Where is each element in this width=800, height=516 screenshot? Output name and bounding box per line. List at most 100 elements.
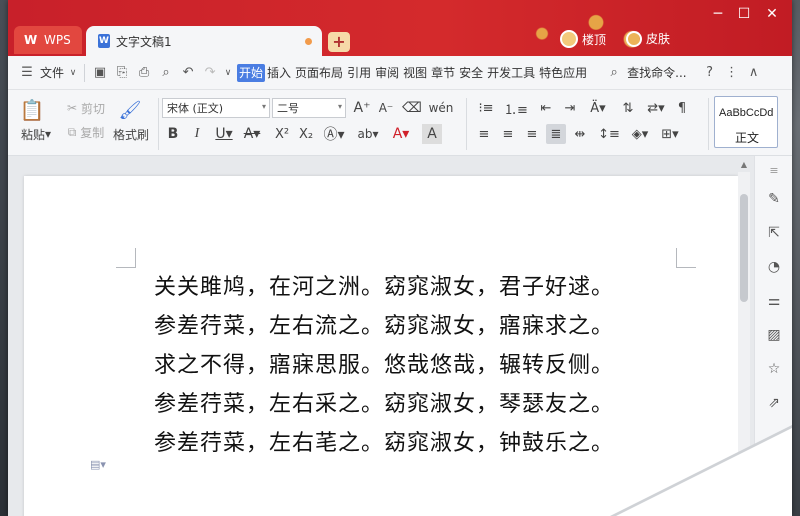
menu-insert[interactable]: 插入	[265, 64, 293, 82]
more-quick-icon[interactable]: ∨	[221, 62, 235, 84]
menu-home[interactable]: 开始	[237, 63, 266, 82]
document-page[interactable]: ▤▾ 关关雎鸠，在河之洲。窈窕淑女，君子好逑。 参差荇菜，左右流之。窈窕淑女，寤…	[24, 176, 738, 516]
line-spacing-icon[interactable]: ↕≡	[596, 124, 622, 144]
undo-icon[interactable]: ↶	[177, 62, 199, 84]
skin-icon	[626, 30, 642, 47]
skin-button[interactable]: 皮肤	[626, 30, 670, 47]
change-case-icon[interactable]: Ä▾	[586, 98, 610, 118]
scissors-icon: ✂	[67, 101, 78, 115]
numbered-list-icon[interactable]: ⒈≡	[504, 98, 528, 118]
clear-format-icon[interactable]: ⌫	[402, 98, 422, 118]
minimize-icon[interactable]: ─	[708, 6, 728, 22]
italic-icon[interactable]: I	[188, 124, 206, 144]
cursor-select-icon[interactable]: ⇱	[765, 224, 783, 242]
search-icon[interactable]: ⌕	[603, 62, 625, 84]
close-icon[interactable]: ✕	[762, 6, 782, 22]
output-icon[interactable]: ⎘	[111, 62, 133, 84]
show-marks-icon[interactable]: ¶	[672, 98, 692, 118]
menu-view[interactable]: 视图	[401, 64, 429, 82]
collapse-panel-icon[interactable]: ≡	[765, 162, 783, 180]
collapse-ribbon-icon[interactable]: ∧	[743, 62, 765, 84]
ribbon-toolbar: 📋 粘贴 ▾ ✂ 剪切 ⧉ 复制 🖌 格式刷 宋体 (正文) ▾ 二号 ▾ A⁺ A⁻…	[8, 90, 792, 156]
chevron-down-icon[interactable]: ∨	[66, 62, 80, 84]
menu-layout[interactable]: 页面布局	[293, 64, 345, 82]
decrease-indent-icon[interactable]: ⇤	[536, 98, 556, 118]
align-center-icon[interactable]: ≡	[498, 124, 518, 144]
chevron-down-icon: ▾	[337, 102, 342, 111]
menu-review[interactable]: 审阅	[373, 64, 401, 82]
character-shading-icon[interactable]: A	[422, 124, 442, 144]
shapes-icon[interactable]: ◔	[765, 258, 783, 276]
new-tab-button[interactable]: +	[328, 32, 350, 52]
menu-developer[interactable]: 开发工具	[485, 64, 537, 82]
strikethrough-icon[interactable]: A▾	[240, 124, 264, 144]
help-icon[interactable]: ?	[699, 62, 721, 84]
hamburger-icon[interactable]: ☰	[16, 62, 38, 84]
scroll-up-icon[interactable]: ▲	[739, 160, 749, 170]
tab-document-label: 文字文稿1	[116, 34, 172, 49]
paste-label: 粘贴	[20, 127, 45, 142]
pen-icon[interactable]: ✎	[765, 190, 783, 208]
highlight-icon[interactable]: ab▾	[354, 124, 382, 144]
document-area: ▤▾ 关关雎鸠，在河之洲。窈窕淑女，君子好逑。 参差荇菜，左右流之。窈窕淑女，寤…	[8, 156, 792, 516]
skin-label: 皮肤	[646, 32, 671, 46]
copy-button[interactable]: ⧉ 复制	[60, 124, 112, 140]
align-left-icon[interactable]: ≡	[474, 124, 494, 144]
increase-indent-icon[interactable]: ⇥	[560, 98, 580, 118]
divider	[708, 98, 709, 150]
scrollbar-thumb[interactable]	[740, 194, 748, 302]
subscript-icon[interactable]: X₂	[296, 124, 316, 144]
menu-security[interactable]: 安全	[457, 64, 485, 82]
maximize-icon[interactable]: ☐	[734, 6, 754, 22]
document-text[interactable]: 关关雎鸠，在河之洲。窈窕淑女，君子好逑。 参差荇菜，左右流之。窈窕淑女，寤寐求之…	[154, 268, 614, 463]
menu-chapter[interactable]: 章节	[429, 64, 457, 82]
font-color-icon[interactable]: A▾	[388, 124, 414, 144]
image-icon[interactable]: ▨	[765, 326, 783, 344]
shrink-font-icon[interactable]: A⁻	[376, 98, 396, 118]
line-spacing-change-icon[interactable]: ⇄▾	[644, 98, 668, 118]
cut-label: 剪切	[80, 101, 105, 116]
style-normal[interactable]: AaBbCcDd 正文	[714, 96, 778, 148]
bullet-list-icon[interactable]: ⁝≡	[474, 98, 498, 118]
more-options-icon[interactable]: ⋮	[721, 62, 743, 84]
distributed-align-icon[interactable]: ⇹	[570, 124, 590, 144]
format-painter-button[interactable]: 格式刷	[110, 126, 152, 142]
menu-special[interactable]: 特色应用	[537, 64, 589, 82]
sort-icon[interactable]: ⇅	[618, 98, 638, 118]
tab-document[interactable]: W 文字文稿1	[86, 26, 322, 56]
user-account[interactable]: 楼顶	[560, 30, 606, 48]
avatar	[560, 30, 578, 48]
text-effect-icon[interactable]: Ⓐ▾	[322, 124, 346, 144]
shading-icon[interactable]: ◈▾	[628, 124, 652, 144]
underline-icon[interactable]: U▾	[212, 124, 236, 144]
redo-icon[interactable]: ↷	[199, 62, 221, 84]
borders-icon[interactable]: ⊞▾	[658, 124, 682, 144]
paste-icon[interactable]: 📋	[20, 98, 45, 122]
bold-icon[interactable]: B	[164, 124, 182, 144]
print-preview-icon[interactable]: ⌕	[155, 62, 177, 84]
print-icon[interactable]: ⎙	[133, 62, 155, 84]
divider	[466, 98, 467, 150]
share-icon[interactable]: ⇗	[765, 394, 783, 412]
menu-references[interactable]: 引用	[345, 64, 373, 82]
tab-wps-home[interactable]: W WPS	[14, 26, 82, 54]
paste-button[interactable]: 粘贴 ▾	[16, 126, 56, 142]
phonetic-guide-icon[interactable]: wén	[426, 98, 456, 118]
superscript-icon[interactable]: X²	[272, 124, 292, 144]
command-search[interactable]: 查找命令...	[625, 64, 688, 82]
unsaved-dot-icon	[305, 38, 312, 45]
paragraph-handle-icon[interactable]: ▤▾	[90, 458, 106, 471]
justify-icon[interactable]: ≣	[546, 124, 566, 144]
settings-sliders-icon[interactable]: ⚌	[765, 292, 783, 310]
cut-button[interactable]: ✂ 剪切	[60, 100, 112, 116]
divider	[84, 63, 86, 82]
grow-font-icon[interactable]: A⁺	[352, 98, 372, 118]
star-icon[interactable]: ☆	[765, 360, 783, 378]
font-size-select[interactable]: 二号 ▾	[272, 98, 346, 118]
font-name-select[interactable]: 宋体 (正文) ▾	[162, 98, 270, 118]
save-icon[interactable]: ▣	[89, 62, 111, 84]
align-right-icon[interactable]: ≡	[522, 124, 542, 144]
format-painter-icon[interactable]: 🖌	[118, 98, 142, 122]
menu-file[interactable]: 文件	[38, 64, 66, 82]
style-name: 正文	[735, 131, 760, 145]
